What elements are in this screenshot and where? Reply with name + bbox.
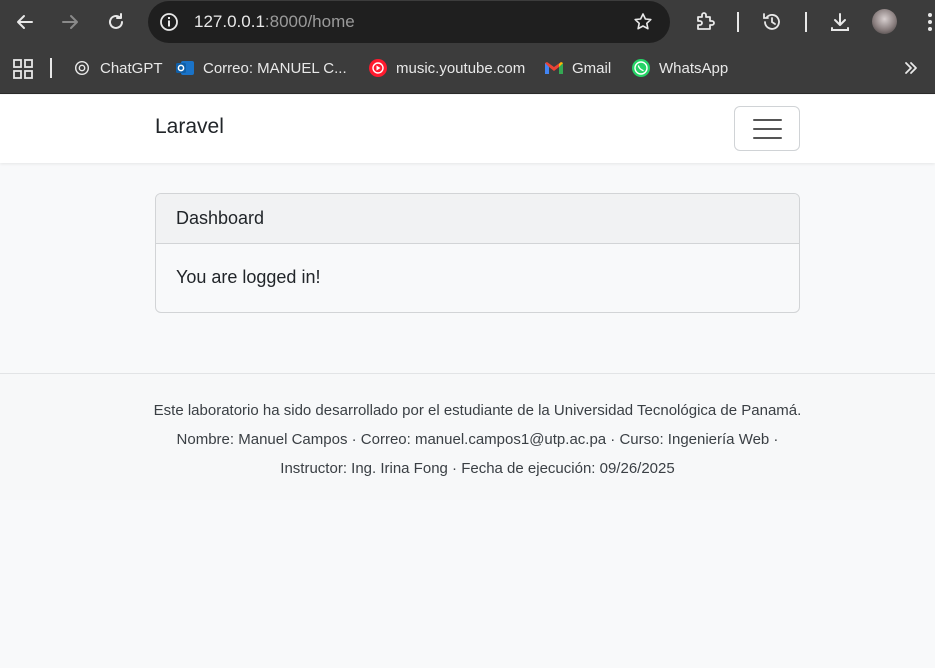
bookmark-whatsapp[interactable]: WhatsApp [631, 56, 728, 80]
footer-text: Este laboratorio ha sido desarrollado po… [153, 402, 802, 477]
chevron-double-right-icon[interactable] [903, 60, 919, 76]
more-menu-icon[interactable] [918, 10, 935, 34]
address-url[interactable]: 127.0.0.1:8000/home [194, 12, 355, 32]
back-button[interactable] [11, 8, 39, 36]
url-path: :8000/home [264, 12, 355, 31]
navbar-toggle-button[interactable] [734, 106, 800, 151]
bookmark-gmail[interactable]: Gmail [544, 56, 611, 80]
chatgpt-icon [72, 58, 92, 78]
arrow-right-icon [62, 15, 78, 29]
outlook-icon [175, 58, 195, 78]
toolbar-divider [805, 12, 807, 32]
hamburger-icon [753, 137, 782, 139]
arrow-left-icon [17, 15, 33, 29]
download-icon[interactable] [828, 10, 852, 34]
bookmark-label: Gmail [572, 59, 612, 77]
extensions-icon[interactable] [693, 10, 717, 34]
hamburger-icon [753, 119, 782, 121]
page-footer: Este laboratorio ha sido desarrollado po… [0, 373, 935, 500]
browser-toolbar: 127.0.0.1:8000/home [0, 0, 935, 45]
app-navbar: Laravel [0, 95, 935, 163]
bookmark-outlook[interactable]: Correo: MANUEL C... [175, 56, 347, 80]
address-bar[interactable]: 127.0.0.1:8000/home [148, 1, 670, 43]
bookmark-youtube-music[interactable]: music.youtube.com [368, 56, 525, 80]
apps-grid-icon[interactable] [13, 59, 33, 79]
bookmark-label: music.youtube.com [396, 59, 526, 77]
bookmarks-bar: ChatGPT Correo: MANUEL C... music.youtub… [0, 45, 935, 94]
bookmark-label: Correo: MANUEL C... [203, 59, 347, 77]
site-info-icon[interactable] [158, 11, 180, 33]
youtube-music-icon [368, 58, 388, 78]
profile-avatar[interactable] [872, 9, 897, 34]
forward-button[interactable] [56, 8, 84, 36]
bookmark-chatgpt[interactable]: ChatGPT [72, 56, 163, 80]
bookmark-label: WhatsApp [659, 59, 729, 77]
gmail-icon [544, 58, 564, 78]
card-body: You are logged in! [176, 267, 321, 287]
dashboard-card: Dashboard You are logged in! [155, 193, 800, 313]
reload-button[interactable] [102, 8, 130, 36]
toolbar-divider [737, 12, 739, 32]
whatsapp-icon [631, 58, 651, 78]
reload-icon [109, 13, 123, 29]
navbar-brand[interactable]: Laravel [155, 115, 224, 139]
bookmark-label: ChatGPT [100, 59, 163, 77]
bookmark-star-icon[interactable] [632, 11, 654, 33]
history-icon[interactable] [760, 10, 784, 34]
card-header: Dashboard [156, 194, 799, 244]
bookmarks-divider [50, 58, 52, 78]
url-host: 127.0.0.1 [194, 12, 265, 31]
hamburger-icon [753, 128, 782, 130]
